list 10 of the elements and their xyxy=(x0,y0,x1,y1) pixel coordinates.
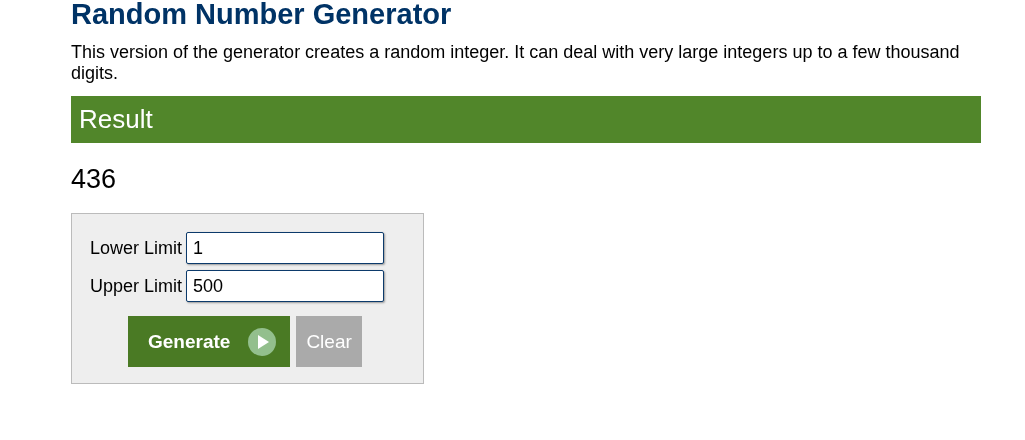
input-field[interactable]: 500 xyxy=(186,270,385,302)
result-header: Result xyxy=(71,96,981,143)
description-text: This version of the generator creates a random integer. It can deal with very large integers up to a few thousand digits. xyxy=(71,42,961,84)
field-label: Lower Limit xyxy=(90,237,183,259)
play-icon xyxy=(248,327,277,356)
input-field[interactable]: 1 xyxy=(186,232,385,264)
field-label: Upper Limit xyxy=(90,275,183,297)
generate-button[interactable]: Generate xyxy=(128,316,291,367)
result-value: 436 xyxy=(71,163,118,195)
page-title: Random Number Generator xyxy=(71,0,453,28)
